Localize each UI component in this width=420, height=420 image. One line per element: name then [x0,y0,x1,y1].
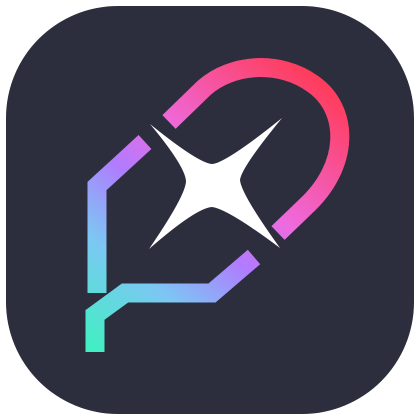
app-icon[interactable] [0,0,420,420]
app-icon-canvas [0,0,420,420]
app-icon-graphic [6,6,414,414]
icon-background [6,6,414,414]
